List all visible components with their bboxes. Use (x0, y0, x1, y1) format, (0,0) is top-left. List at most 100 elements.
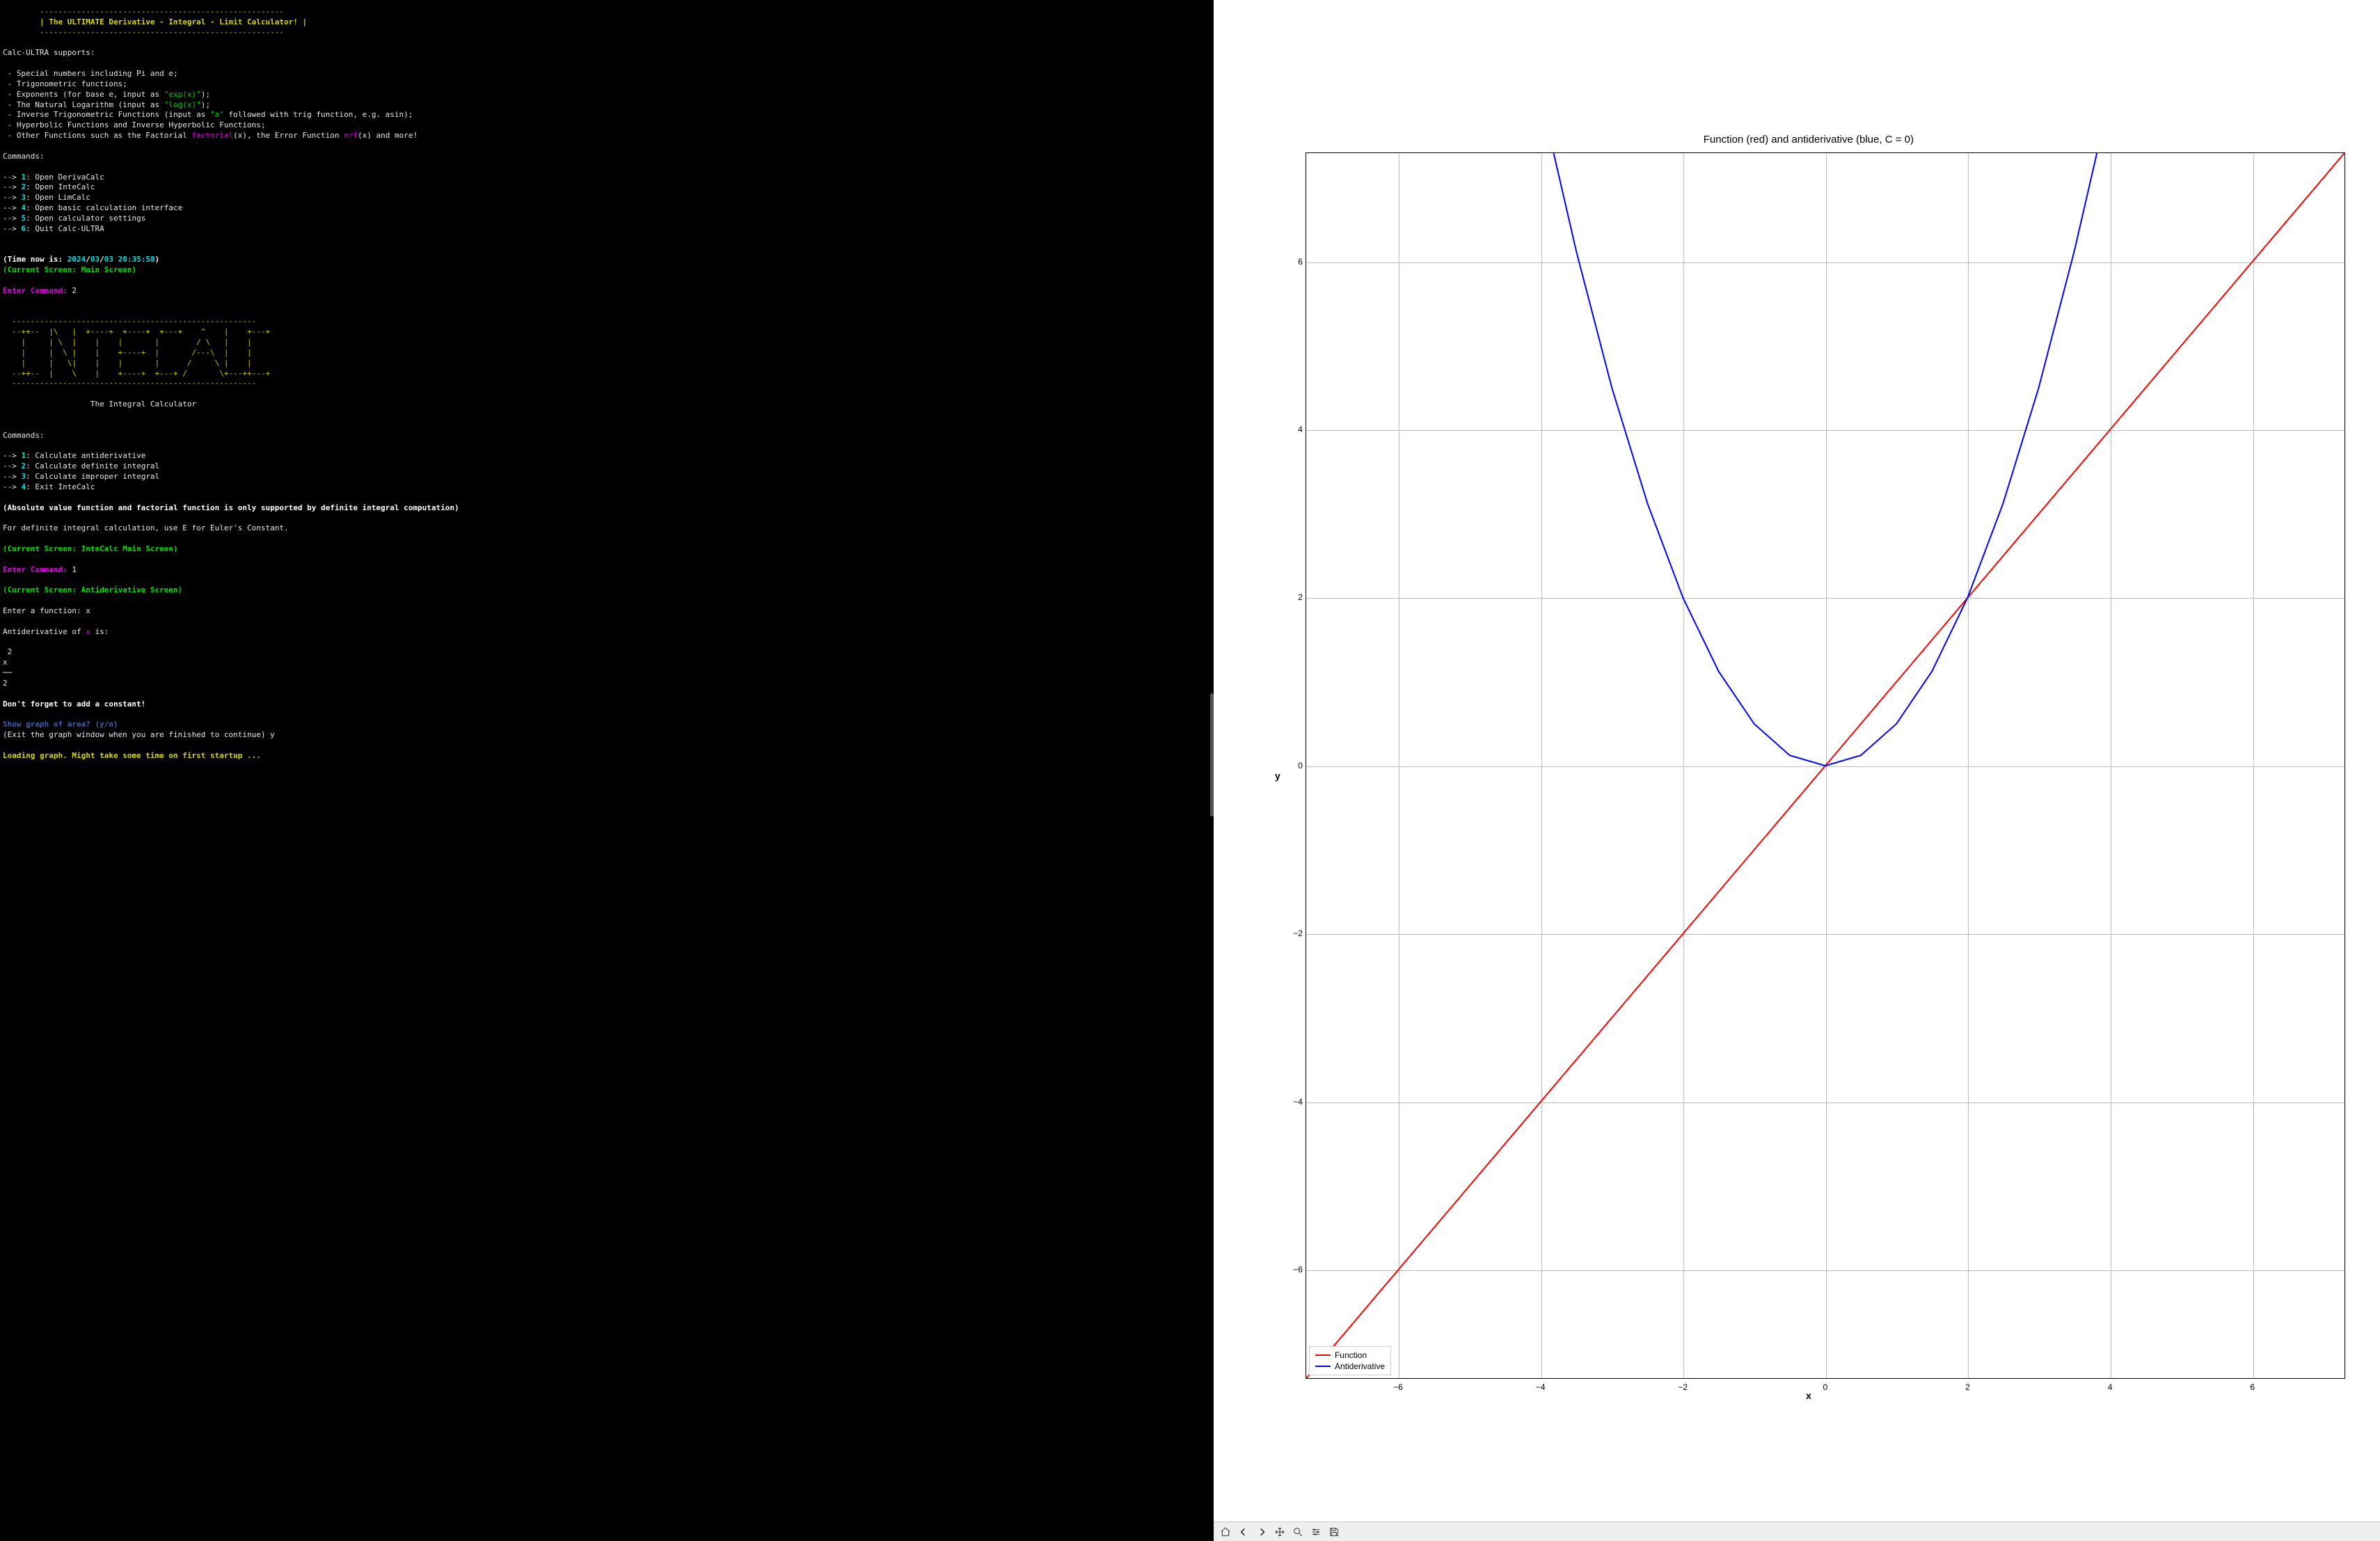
screen1: (Current Screen: Main Screen) (3, 265, 136, 274)
save-button[interactable] (1325, 1524, 1343, 1540)
enter-fn-label: Enter a function: (3, 606, 81, 615)
home-button[interactable] (1216, 1524, 1235, 1540)
supports-l3-pre: - Exponents (for base e, input as (3, 90, 164, 99)
tick-x: −4 (1536, 1382, 1546, 1393)
cmd1-txt-5: : Open calculator settings (26, 214, 145, 223)
banner-rule-top: ----------------------------------------… (3, 7, 284, 16)
cmd2-txt-4: : Exit InteCalc (26, 482, 95, 491)
supports-l7-post: (x) and more! (358, 131, 418, 140)
note-euler: For definite integral calculation, use E… (3, 523, 289, 532)
antideriv-var: x (86, 627, 90, 636)
supports-l7-fn2: erf (344, 131, 358, 140)
time-dd: 03 (104, 255, 113, 264)
tick-y: −4 (1292, 1096, 1303, 1107)
app-root: ----------------------------------------… (0, 0, 2380, 1541)
commands2-heading: Commands: (3, 431, 45, 440)
graph-pane: Function (red) and antiderivative (blue,… (1214, 0, 2380, 1541)
tick-x: 6 (2250, 1382, 2255, 1393)
note-abs: (Absolute value function and factorial f… (3, 503, 459, 512)
supports-l5-code: "a" (210, 110, 224, 119)
cmd1-txt-2: : Open InteCalc (26, 182, 95, 191)
intecalc-art-4: | | \| | | | / \ | | (3, 358, 270, 368)
terminal-pane[interactable]: ----------------------------------------… (0, 0, 1214, 1541)
intecalc-art-5: --++-- | \ | +----+ +---+ / \+---++---+ (3, 369, 270, 378)
tick-x: −2 (1678, 1382, 1688, 1393)
legend-row-function: Function (1315, 1350, 1385, 1361)
sliders-icon (1310, 1526, 1322, 1538)
supports-l6-pre: - Hyperbolic Functions and Inverse Hyper… (3, 120, 266, 129)
supports-l4-pre: - The Natural Logarithm (input as (3, 100, 164, 109)
chart-title: Function (red) and antiderivative (blue,… (1272, 133, 2345, 147)
show-graph-ans: y (266, 730, 275, 739)
move-icon (1274, 1526, 1285, 1538)
constant-note: Don't forget to add a constant! (3, 700, 145, 709)
intecalc-art-2: | | \ | | | | / \ | | (3, 338, 270, 347)
intecalc-art-6: ----------------------------------------… (3, 379, 256, 388)
terminal-content: ----------------------------------------… (3, 7, 1211, 761)
chart-canvas[interactable]: Function (red) and antiderivative (blue,… (1214, 0, 2380, 1522)
cmd2-txt-1: : Calculate antiderivative (26, 451, 145, 460)
plot-area[interactable]: Function Antiderivative (1306, 152, 2345, 1380)
result-rule: ── (3, 668, 12, 677)
time-time: 20:35:58 (113, 255, 155, 264)
cmd2-txt-2: : Calculate definite integral (26, 461, 159, 471)
antideriv-post: is: (90, 627, 109, 636)
supports-l7-fn1: factorial (192, 131, 234, 140)
cmd1-txt-3: : Open LimCalc (26, 193, 90, 202)
arrow-left-icon (1238, 1526, 1249, 1538)
supports-l2: - Trigonometric functions; (3, 79, 127, 88)
supports-l5-post: followed with trig function, e.g. asin); (224, 110, 413, 119)
cmd2-txt-3: : Calculate improper integral (26, 472, 159, 481)
supports-heading: Calc-ULTRA supports: (3, 48, 95, 57)
banner-title: | The ULTIMATE Derivative - Integral - L… (3, 17, 307, 26)
time-sep1: / (86, 255, 90, 264)
y-axis-label: y (1275, 769, 1280, 782)
time-post: ) (155, 255, 160, 264)
forward-button[interactable] (1253, 1524, 1271, 1540)
time-pre: (Time now is: (3, 255, 68, 264)
intecalc-art-0: ----------------------------------------… (3, 317, 256, 326)
cmd1-txt-6: : Quit Calc-ULTRA (26, 224, 104, 233)
result-top: 2 (3, 647, 12, 656)
prompt2-label: Enter Command: (3, 565, 68, 574)
supports-l1: - Special numbers including Pi and e; (3, 69, 178, 78)
supports-l4-post: ); (201, 100, 210, 109)
supports-l7-mid: (x), the Error Function (233, 131, 344, 140)
tick-y: 2 (1292, 592, 1303, 603)
configure-button[interactable] (1307, 1524, 1325, 1540)
home-icon (1220, 1526, 1231, 1538)
intecalc-art-1: --++-- |\ | +----+ +----+ +---+ ^ | +---… (3, 327, 270, 336)
legend-swatch-antiderivative (1315, 1366, 1331, 1367)
supports-l5-pre: - Inverse Trigonometric Functions (input… (3, 110, 210, 119)
supports-l4-code: "log(x)" (164, 100, 201, 109)
cmd1-txt-1: : Open DerivaCalc (26, 173, 104, 182)
tick-x: 4 (2108, 1382, 2113, 1393)
prompt1-label: Enter Command: (3, 286, 68, 295)
series-antiderivative (1554, 153, 2097, 766)
legend-label-antiderivative: Antiderivative (1335, 1361, 1385, 1372)
chart-holder: Function (red) and antiderivative (blue,… (1272, 152, 2345, 1400)
cmd1-txt-4: : Open basic calculation interface (26, 203, 182, 212)
back-button[interactable] (1235, 1524, 1253, 1540)
time-yyyy: 2024 (68, 255, 86, 264)
plot-svg (1306, 153, 2345, 1379)
intecalc-subtitle: The Integral Calculator (3, 400, 196, 409)
magnify-icon (1292, 1526, 1303, 1538)
result-mid: x (3, 658, 12, 667)
screen2: (Current Screen: InteCalc Main Screen) (3, 544, 178, 553)
legend: Function Antiderivative (1309, 1346, 1391, 1375)
save-icon (1328, 1526, 1340, 1538)
show-graph-q: Show graph of area? (y/n) (3, 720, 118, 729)
x-axis-label: x (1806, 1389, 1811, 1402)
result-bot: 2 (3, 679, 12, 688)
commands1-heading: Commands: (3, 152, 45, 161)
zoom-button[interactable] (1289, 1524, 1307, 1540)
tick-y: −6 (1292, 1264, 1303, 1275)
supports-l3-code: "exp(x)" (164, 90, 201, 99)
tick-y: −2 (1292, 928, 1303, 939)
prompt1-value: 2 (68, 286, 77, 295)
time-mm: 03 (90, 255, 100, 264)
pan-button[interactable] (1271, 1524, 1289, 1540)
tick-x: −6 (1393, 1382, 1403, 1393)
tick-x: 2 (1965, 1382, 1970, 1393)
